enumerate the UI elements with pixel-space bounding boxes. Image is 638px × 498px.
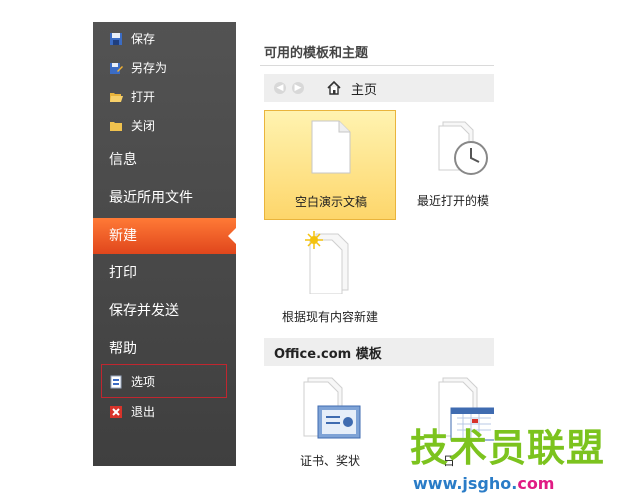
recent-label: 最近所用文件: [109, 190, 193, 206]
save-as-button[interactable]: 另存为: [93, 56, 236, 80]
watermark-logo-text: 技术员联盟: [410, 426, 606, 470]
save-icon: [110, 33, 122, 45]
info-label: 信息: [109, 152, 137, 168]
home-icon[interactable]: [326, 80, 342, 96]
blank-presentation-label: 空白演示文稿: [294, 195, 367, 209]
new-presentation-panel: 可用的模板和主题 ◀ ▶ 主页 空白演示文稿 最近打开的模 根据现有内容新建 O…: [236, 22, 494, 468]
close-button[interactable]: 关闭: [93, 114, 236, 138]
watermark-url-main: www.jsgho.: [413, 474, 518, 493]
help-label: 帮助: [109, 341, 137, 357]
exit-icon: [110, 406, 122, 418]
open-folder-icon: [110, 93, 123, 102]
certificate-template-tile[interactable]: 证书、奖状: [264, 372, 396, 482]
save-label: 保存: [131, 32, 156, 46]
recent-templates-tile[interactable]: 最近打开的模: [403, 110, 494, 220]
new-from-existing-icon: [305, 231, 349, 294]
new-tab[interactable]: 新建: [93, 218, 236, 254]
certificate-label: 证书、奖状: [299, 454, 360, 468]
recent-tab[interactable]: 最近所用文件: [93, 180, 236, 216]
blank-document-icon: [311, 120, 351, 174]
print-tab[interactable]: 打印: [93, 255, 236, 291]
exit-button[interactable]: 退出: [93, 400, 236, 424]
home-label[interactable]: 主页: [351, 79, 377, 98]
active-indicator: [228, 228, 236, 244]
backstage-sidebar: 保存 另存为 打开 关闭 信息 最近所用文件 新建 打印 保存并发送 帮助 选项…: [93, 22, 236, 466]
folder-icon: [110, 122, 122, 131]
help-tab[interactable]: 帮助: [93, 331, 236, 367]
print-label: 打印: [109, 265, 137, 281]
recent-templates-label: 最近打开的模: [417, 194, 490, 208]
options-label: 选项: [131, 375, 156, 389]
save-button[interactable]: 保存: [93, 27, 236, 51]
watermark-url: www.jsgho.com: [413, 474, 554, 493]
exit-label: 退出: [131, 405, 156, 419]
new-from-existing-label: 根据现有内容新建: [281, 310, 378, 324]
save-send-tab[interactable]: 保存并发送: [93, 293, 236, 329]
office-templates-header: Office.com 模板: [264, 338, 494, 366]
save-as-label: 另存为: [131, 61, 168, 75]
section-title: 可用的模板和主题: [264, 46, 369, 61]
certificate-icon: [303, 377, 361, 439]
options-button[interactable]: 选项: [93, 370, 236, 394]
recent-templates-clock-icon: [438, 121, 488, 175]
info-tab[interactable]: 信息: [93, 142, 236, 178]
save-send-label: 保存并发送: [109, 303, 179, 319]
template-navigation-bar: ◀ ▶ 主页: [264, 74, 494, 102]
office-templates-label: Office.com 模板: [274, 347, 382, 362]
save-as-icon: [110, 63, 123, 74]
back-arrow-icon[interactable]: ◀: [274, 82, 286, 94]
blank-presentation-tile[interactable]: 空白演示文稿: [264, 110, 396, 220]
close-label: 关闭: [131, 119, 156, 133]
new-label: 新建: [109, 228, 137, 244]
open-label: 打开: [131, 90, 156, 104]
options-icon: [110, 375, 122, 389]
forward-arrow-icon[interactable]: ▶: [292, 82, 304, 94]
watermark-url-tld: com: [517, 474, 555, 493]
new-from-existing-tile[interactable]: 根据现有内容新建: [264, 226, 396, 336]
open-button[interactable]: 打开: [93, 85, 236, 109]
divider: [260, 65, 494, 66]
